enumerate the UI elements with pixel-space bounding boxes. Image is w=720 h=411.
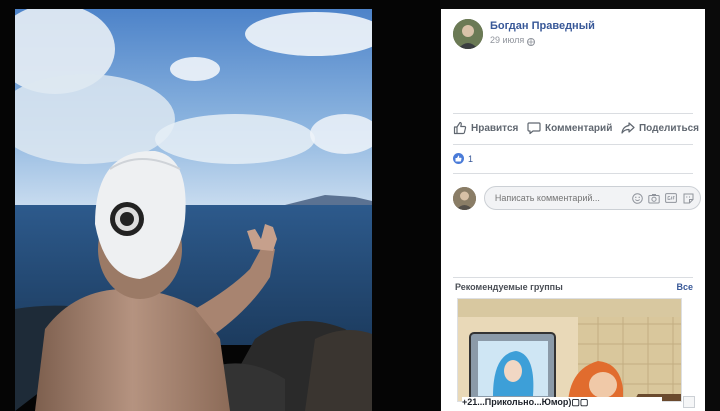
camera-icon[interactable]	[648, 192, 660, 204]
sticker-icon[interactable]	[682, 192, 694, 204]
divider	[453, 277, 693, 278]
post-date-text[interactable]: 29 июля	[490, 33, 524, 47]
post-actions: Нравится Комментарий Поделиться	[453, 119, 699, 137]
divider	[453, 113, 693, 114]
like-label: Нравится	[471, 122, 519, 134]
like-icon	[453, 121, 467, 135]
share-button[interactable]: Поделиться	[621, 121, 699, 135]
post-header: Богдан Праведный 29 июля	[453, 19, 595, 49]
my-avatar[interactable]	[453, 186, 476, 210]
divider	[453, 144, 693, 145]
close-icon[interactable]	[683, 396, 695, 408]
group-name[interactable]: +21...Прикольно...Юмор)▢▢	[462, 397, 662, 408]
comment-box[interactable]	[483, 186, 701, 210]
group-card-image[interactable]	[457, 298, 682, 402]
divider	[453, 173, 693, 174]
smiley-icon[interactable]	[631, 192, 643, 204]
share-label: Поделиться	[638, 122, 699, 134]
reaction-count: 1	[468, 153, 474, 164]
post-photo[interactable]	[15, 9, 372, 411]
comment-button[interactable]: Комментарий	[527, 121, 612, 135]
comment-input[interactable]	[494, 193, 631, 203]
photo-pane[interactable]	[0, 0, 440, 411]
comment-label: Комментарий	[545, 122, 613, 134]
comment-icon	[527, 121, 541, 135]
suggested-groups-header: Рекомендуемые группы Все	[455, 282, 693, 292]
like-button[interactable]: Нравится	[453, 121, 518, 135]
globe-icon	[527, 36, 536, 46]
see-all-link[interactable]: Все	[676, 282, 693, 292]
comment-composer	[453, 186, 701, 210]
gif-icon[interactable]	[665, 192, 677, 204]
post-date: 29 июля	[490, 33, 595, 47]
suggested-groups-title: Рекомендуемые группы	[455, 282, 563, 292]
author-avatar[interactable]	[453, 19, 483, 49]
photo-viewer: Богдан Праведный 29 июля Нравится Коммен…	[0, 0, 720, 411]
author-name-link[interactable]: Богдан Праведный	[490, 19, 595, 33]
like-reaction-icon	[453, 153, 464, 164]
share-icon	[621, 121, 635, 135]
reactions-summary[interactable]: 1	[453, 153, 473, 164]
